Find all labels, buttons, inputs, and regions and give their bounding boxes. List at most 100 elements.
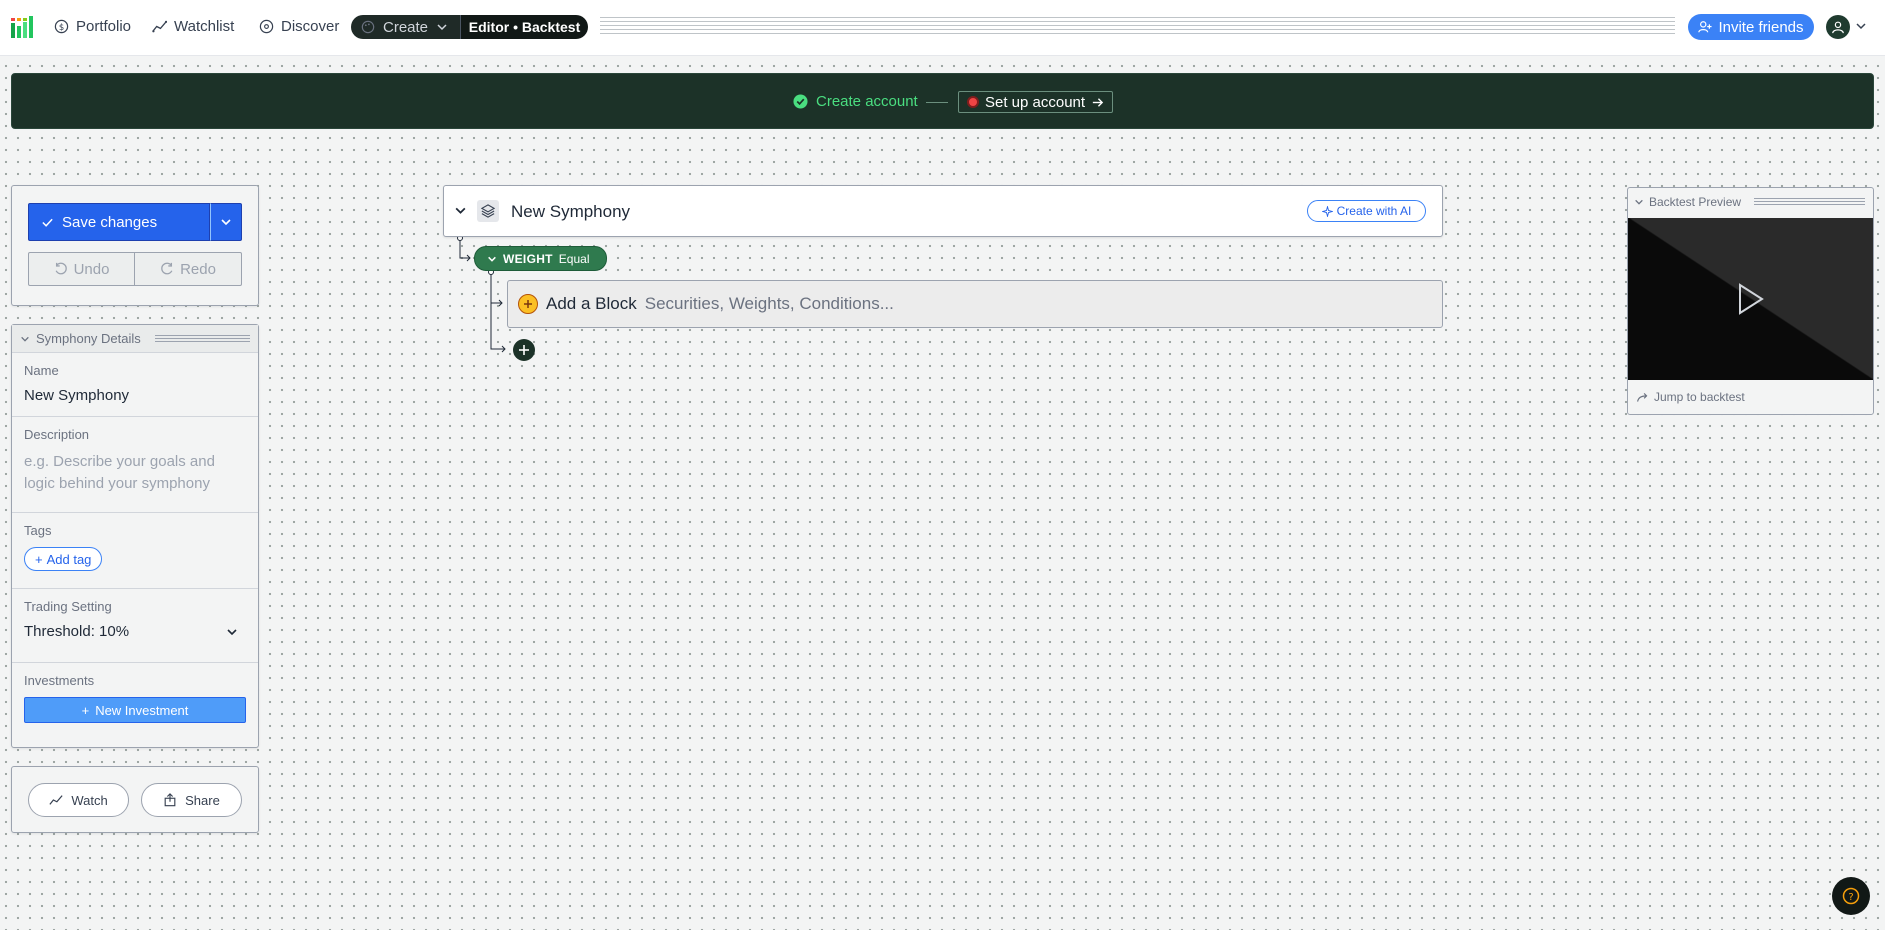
setup-account-button[interactable]: Set up account [958, 91, 1114, 113]
collapse-chevron-icon[interactable] [454, 204, 467, 217]
nav-watchlist-label: Watchlist [174, 18, 235, 35]
check-circle-icon [793, 94, 808, 109]
redo-button[interactable]: Redo [135, 252, 242, 286]
trend-line-icon [152, 20, 167, 33]
user-icon [1832, 21, 1844, 34]
nav-discover-label: Discover [281, 18, 340, 35]
create-with-ai-button[interactable]: Create with AI [1307, 200, 1426, 222]
backtest-preview-panel: Backtest Preview Jump to backtest [1627, 187, 1874, 415]
create-menu-button[interactable]: Create [351, 15, 460, 39]
play-icon[interactable] [1737, 283, 1765, 315]
add-block-subtitle: Securities, Weights, Conditions... [644, 294, 894, 313]
chevron-down-icon [21, 336, 29, 342]
app-logo-icon[interactable] [10, 15, 34, 39]
save-panel: Save changes Undo Redo [11, 185, 259, 306]
undo-icon [55, 262, 67, 275]
jump-to-backtest-link[interactable]: Jump to backtest [1636, 390, 1745, 404]
account-chevron-down-icon[interactable] [1855, 20, 1867, 32]
add-block-title: Add a Block [546, 294, 637, 313]
svg-text:$: $ [59, 22, 64, 32]
user-plus-icon [1698, 21, 1713, 33]
plus-icon [519, 345, 529, 355]
backtest-video[interactable] [1628, 218, 1873, 380]
add-node-button[interactable] [513, 339, 535, 361]
new-investment-button[interactable]: + New Investment [24, 697, 246, 723]
panel-drag-handle[interactable] [154, 334, 250, 343]
tags-label: Tags [24, 523, 52, 538]
symphony-details-header[interactable]: Symphony Details [12, 325, 258, 353]
trading-setting-select[interactable]: Threshold: 10% [24, 623, 246, 640]
palette-icon [361, 20, 375, 34]
forward-arrow-icon [1637, 392, 1648, 402]
chevron-down-icon [437, 24, 447, 31]
add-tag-label: Add tag [46, 551, 92, 567]
symphony-title[interactable]: New Symphony [511, 202, 630, 222]
save-options-dropdown[interactable] [210, 203, 242, 241]
name-field: Name New Symphony [12, 353, 258, 417]
add-block-row[interactable]: Add a Block Securities, Weights, Conditi… [507, 280, 1443, 328]
backtest-preview-header[interactable]: Backtest Preview [1628, 188, 1873, 216]
plus-icon: + [81, 702, 90, 718]
question-circle-icon: ? [1842, 887, 1860, 905]
panel-drag-handle[interactable] [1754, 198, 1865, 206]
compass-icon [259, 19, 274, 34]
share-panel: Watch Share [11, 766, 259, 833]
create-with-ai-label: Create with AI [1336, 204, 1412, 218]
redo-label: Redo [180, 260, 216, 278]
avatar[interactable] [1826, 15, 1850, 39]
top-navigation: $ Portfolio Watchlist Discover Create Ed… [0, 0, 1885, 56]
investments-field: Investments + New Investment [12, 663, 258, 735]
status-dot-icon [967, 96, 979, 108]
description-field: Description e.g. Describe your goals and… [12, 417, 258, 513]
editor-backtest-tab[interactable]: Editor • Backtest [460, 15, 588, 39]
check-icon [42, 218, 53, 227]
save-changes-label: Save changes [62, 213, 158, 231]
trend-line-icon [49, 795, 63, 805]
nav-portfolio[interactable]: $ Portfolio [54, 18, 131, 35]
weight-mode: Equal [558, 251, 590, 266]
undo-button[interactable]: Undo [28, 252, 135, 286]
jump-to-backtest-label: Jump to backtest [1654, 390, 1745, 404]
chevron-down-icon [221, 219, 231, 226]
nav-watchlist[interactable]: Watchlist [152, 18, 234, 35]
nav-discover[interactable]: Discover [259, 18, 339, 35]
name-input[interactable]: New Symphony [24, 387, 246, 404]
setup-account-label: Set up account [985, 93, 1086, 111]
description-label: Description [24, 427, 90, 442]
nav-portfolio-label: Portfolio [76, 18, 132, 35]
trading-setting-field: Trading Setting Threshold: 10% [12, 589, 258, 663]
invite-friends-button[interactable]: Invite friends [1688, 14, 1814, 40]
chevron-down-icon [227, 628, 237, 635]
watch-label: Watch [71, 792, 108, 808]
step-connector [926, 102, 948, 103]
new-investment-label: New Investment [95, 702, 189, 718]
create-label: Create [383, 18, 429, 36]
tags-field: Tags + Add tag [12, 513, 258, 589]
save-changes-button[interactable]: Save changes [28, 203, 210, 241]
dollar-circle-icon: $ [54, 19, 69, 34]
arrow-right-icon [1092, 97, 1104, 107]
symphony-card[interactable]: New Symphony Create with AI [443, 185, 1443, 237]
sparkle-icon [1321, 205, 1333, 217]
symphony-details-title: Symphony Details [36, 331, 141, 346]
chevron-down-icon [488, 256, 496, 262]
trading-setting-value: Threshold: 10% [24, 623, 130, 640]
svg-text:?: ? [1848, 892, 1853, 903]
drag-handle[interactable] [600, 17, 1675, 37]
chevron-down-icon [1635, 199, 1643, 205]
share-button[interactable]: Share [141, 783, 242, 817]
weight-label: WEIGHT [503, 251, 553, 266]
step-create-account: Create account [793, 93, 918, 110]
onboarding-banner: Create account Set up account [11, 73, 1874, 129]
watch-button[interactable]: Watch [28, 783, 129, 817]
help-button[interactable]: ? [1832, 877, 1870, 915]
description-input[interactable]: e.g. Describe your goals and logic behin… [24, 451, 246, 495]
add-tag-button[interactable]: + Add tag [24, 547, 103, 571]
invite-friends-label: Invite friends [1718, 18, 1804, 36]
redo-icon [161, 262, 173, 275]
plus-circle-icon [518, 294, 538, 314]
investments-label: Investments [24, 673, 95, 688]
weight-block[interactable]: WEIGHT Equal [474, 246, 607, 271]
step-create-account-label: Create account [816, 93, 918, 110]
trading-setting-label: Trading Setting [24, 599, 112, 614]
